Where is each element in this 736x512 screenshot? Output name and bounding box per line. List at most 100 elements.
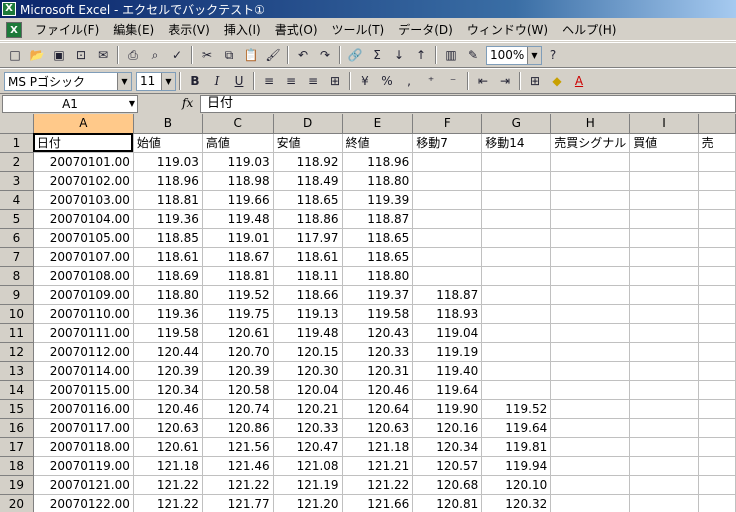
cell[interactable]: 118.80 [342,171,414,191]
cell[interactable]: 118.11 [273,266,343,286]
column-header-g[interactable]: G [481,114,552,134]
cell[interactable]: 121.21 [342,456,414,476]
help-icon[interactable]: ? [543,45,563,65]
cell[interactable]: 120.21 [273,399,343,419]
cell[interactable] [629,247,699,267]
cell[interactable] [698,323,736,343]
column-header-c[interactable]: C [202,114,274,134]
fx-icon[interactable]: fx [182,96,193,110]
cell[interactable]: 118.80 [342,266,414,286]
cell[interactable] [698,475,736,495]
cell[interactable]: 120.64 [342,399,414,419]
cell[interactable] [481,380,552,400]
row-header[interactable]: 13 [0,361,34,381]
column-header-f[interactable]: F [412,114,483,134]
cell[interactable]: 120.33 [273,418,343,438]
cell[interactable]: 119.90 [412,399,483,419]
underline-icon[interactable]: U [229,71,249,91]
cell[interactable]: 終値 [342,133,414,153]
chevron-down-icon[interactable]: ▼ [129,96,135,112]
cell[interactable]: 120.34 [133,380,203,400]
cell[interactable] [550,209,631,229]
cell[interactable]: 117.97 [273,228,343,248]
increase-indent-icon[interactable]: ⇥ [495,71,515,91]
merge-center-icon[interactable]: ⊞ [325,71,345,91]
cell[interactable] [481,323,552,343]
cell[interactable] [412,152,483,172]
row-header[interactable]: 4 [0,190,34,210]
cell[interactable]: 119.66 [202,190,274,210]
cell[interactable]: 118.67 [202,247,274,267]
cell[interactable] [481,304,552,324]
cell[interactable]: 安値 [273,133,343,153]
cell[interactable] [481,209,552,229]
column-header-j[interactable] [698,114,736,134]
cell[interactable] [698,190,736,210]
cell[interactable]: 118.49 [273,171,343,191]
redo-icon[interactable]: ↷ [315,45,335,65]
cell[interactable]: 20070119.00 [33,456,134,476]
cell[interactable]: 売 [698,133,736,153]
cell[interactable]: 120.46 [133,399,203,419]
column-header-i[interactable]: I [629,114,699,134]
cell[interactable]: 119.04 [412,323,483,343]
cell[interactable]: 120.63 [342,418,414,438]
cell[interactable] [412,209,483,229]
cell[interactable] [698,399,736,419]
cell[interactable] [629,494,699,512]
cell[interactable]: 121.66 [342,494,414,512]
row-header[interactable]: 9 [0,285,34,305]
cell[interactable] [698,437,736,457]
cell[interactable]: 118.65 [342,247,414,267]
cell[interactable]: 20070121.00 [33,475,134,495]
menu-format[interactable]: 書式(O) [268,20,325,40]
cell[interactable]: 売買シグナル [550,133,631,153]
format-painter-icon[interactable]: 🖌 [263,45,283,65]
cell[interactable]: 120.34 [412,437,483,457]
cell[interactable]: 120.30 [273,361,343,381]
cell[interactable]: 120.39 [133,361,203,381]
cell[interactable] [629,380,699,400]
row-header[interactable]: 11 [0,323,34,343]
cell[interactable]: 20070108.00 [33,266,134,286]
chart-wizard-icon[interactable]: ▥ [441,45,461,65]
cell[interactable] [698,228,736,248]
cell[interactable]: 118.61 [273,247,343,267]
cell[interactable]: 120.46 [342,380,414,400]
cell[interactable] [698,380,736,400]
row-header[interactable]: 12 [0,342,34,362]
align-right-icon[interactable]: ≡ [303,71,323,91]
cell[interactable] [629,228,699,248]
cell[interactable] [629,285,699,305]
increase-decimal-icon[interactable]: ⁺ [421,71,441,91]
cell[interactable]: 120.32 [481,494,552,512]
comma-style-icon[interactable]: , [399,71,419,91]
cell[interactable]: 118.85 [133,228,203,248]
column-header-e[interactable]: E [342,114,414,134]
cell[interactable]: 120.10 [481,475,552,495]
cell[interactable]: 119.58 [342,304,414,324]
cell[interactable]: 120.68 [412,475,483,495]
cell[interactable]: 118.65 [273,190,343,210]
cell[interactable]: 119.36 [133,304,203,324]
cell[interactable] [550,418,631,438]
cell[interactable] [481,190,552,210]
cell[interactable]: 20070115.00 [33,380,134,400]
cell[interactable] [481,171,552,191]
cell[interactable] [629,399,699,419]
cell[interactable] [698,494,736,512]
cell[interactable] [629,304,699,324]
font-name-select[interactable]: MS Pゴシック ▼ [4,71,132,91]
menu-data[interactable]: データ(D) [391,20,460,40]
cell[interactable] [550,228,631,248]
formula-input[interactable]: 日付 [200,95,736,113]
cell[interactable]: 120.39 [202,361,274,381]
cell[interactable]: 20070101.00 [33,152,134,172]
cell[interactable] [481,342,552,362]
cell[interactable]: 20070107.00 [33,247,134,267]
drawing-icon[interactable]: ✎ [463,45,483,65]
cell[interactable] [629,266,699,286]
row-header[interactable]: 15 [0,399,34,419]
cell[interactable]: 118.96 [133,171,203,191]
row-header[interactable]: 19 [0,475,34,495]
